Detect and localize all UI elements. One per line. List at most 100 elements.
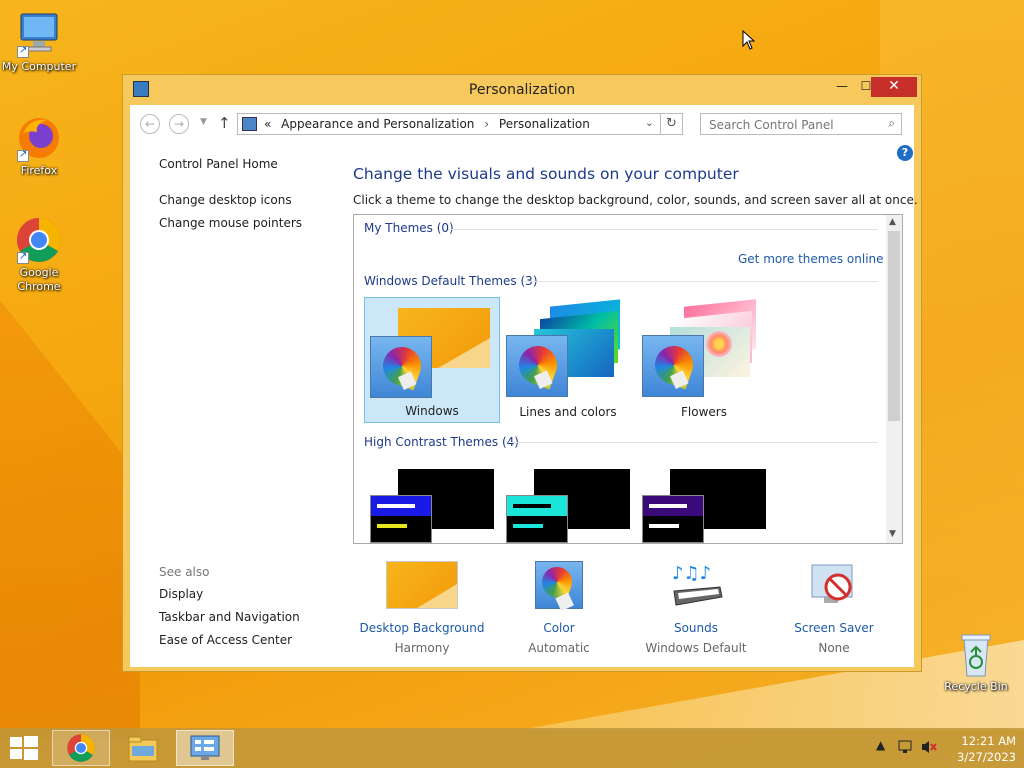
setting-value: Automatic xyxy=(528,641,590,655)
navigation-bar: ← → ▼ ↑ « Appearance and Personalization… xyxy=(130,110,914,138)
recycle-bin-icon xyxy=(952,632,1000,678)
windows-logo-icon xyxy=(10,737,22,747)
divider xyxy=(524,281,878,282)
start-button[interactable] xyxy=(10,736,38,760)
theme-lines-and-colors[interactable]: Lines and colors xyxy=(500,297,636,423)
theme-name: Lines and colors xyxy=(519,405,617,419)
theme-windows[interactable]: Windows xyxy=(364,297,500,423)
chrome-icon xyxy=(15,216,63,264)
window-title: Personalization xyxy=(468,82,576,98)
setting-label[interactable]: Screen Saver xyxy=(764,621,904,635)
theme-flowers[interactable]: Flowers xyxy=(636,297,772,423)
breadcrumb-personalization[interactable]: Personalization xyxy=(499,117,590,131)
control-panel-icon xyxy=(190,735,220,760)
ease-of-access-link[interactable]: Ease of Access Center xyxy=(159,633,292,647)
theme-name: Flowers xyxy=(681,405,727,419)
volume-muted-icon[interactable] xyxy=(920,739,938,758)
computer-icon xyxy=(15,10,63,58)
clock-time: 12:21 AM xyxy=(961,734,1016,748)
change-desktop-icons-link[interactable]: Change desktop icons xyxy=(159,193,292,207)
personalization-window: Personalization — ☐ ✕ ← → ▼ ↑ « Appearan… xyxy=(122,74,922,672)
taskbar-control-panel[interactable] xyxy=(176,730,234,766)
minimize-button[interactable]: — xyxy=(829,77,855,97)
address-bar[interactable]: « Appearance and Personalization › Perso… xyxy=(237,113,661,135)
setting-value: Harmony xyxy=(394,641,450,655)
desktop-icon-label: Firefox xyxy=(20,164,58,177)
screen-saver-setting[interactable]: Screen Saver None xyxy=(764,561,904,655)
default-themes-heading: Windows Default Themes (3) xyxy=(364,274,538,288)
scroll-up-icon[interactable]: ▲ xyxy=(889,217,896,227)
help-icon[interactable]: ? xyxy=(897,145,913,161)
shortcut-arrow-icon xyxy=(17,250,29,264)
display-link[interactable]: Display xyxy=(159,587,203,601)
taskbar-navigation-link[interactable]: Taskbar and Navigation xyxy=(159,610,300,624)
taskbar-chrome[interactable] xyxy=(52,730,110,766)
change-mouse-pointers-link[interactable]: Change mouse pointers xyxy=(159,216,302,230)
up-button[interactable]: ↑ xyxy=(218,114,231,132)
control-panel-icon xyxy=(242,117,257,131)
high-contrast-heading: High Contrast Themes (4) xyxy=(364,435,519,449)
desktop-icon-label: Google Chrome xyxy=(17,266,61,293)
theme-high-contrast-1[interactable] xyxy=(364,461,500,543)
control-panel-home-link[interactable]: Control Panel Home xyxy=(159,157,278,171)
show-hidden-icons-button[interactable]: ▲ xyxy=(876,738,885,752)
color-palette-icon xyxy=(642,335,704,397)
my-themes-heading: My Themes (0) xyxy=(364,221,454,235)
desktop-icon-label: Recycle Bin xyxy=(944,680,1008,693)
address-dropdown-icon[interactable]: ⌄ xyxy=(645,116,654,129)
search-input[interactable] xyxy=(701,115,871,135)
page-description: Click a theme to change the desktop back… xyxy=(353,193,918,207)
sounds-setting[interactable]: ♪♫♪ Sounds Windows Default xyxy=(626,561,766,655)
close-button[interactable]: ✕ xyxy=(871,77,917,97)
shortcut-arrow-icon xyxy=(17,44,29,58)
window-client-area: ← → ▼ ↑ « Appearance and Personalization… xyxy=(130,105,918,667)
theme-name: Windows xyxy=(405,404,459,418)
vertical-scrollbar[interactable]: ▲ ▼ xyxy=(886,215,902,543)
scroll-down-icon[interactable]: ▼ xyxy=(889,529,896,539)
theme-high-contrast-3[interactable] xyxy=(636,461,772,543)
divider xyxy=(448,229,878,230)
taskbar-file-explorer[interactable] xyxy=(114,730,172,766)
shortcut-arrow-icon xyxy=(17,148,29,162)
folder-icon xyxy=(128,736,158,762)
setting-label[interactable]: Color xyxy=(489,621,629,635)
network-icon[interactable] xyxy=(898,739,914,758)
page-heading: Change the visuals and sounds on your co… xyxy=(353,165,739,183)
wallpaper-shape xyxy=(0,300,140,740)
desktop-icon-my-computer[interactable]: My Computer xyxy=(1,10,77,74)
forward-button[interactable]: → xyxy=(169,114,189,134)
clock-date: 3/27/2023 xyxy=(957,750,1016,764)
back-button[interactable]: ← xyxy=(140,114,160,134)
breadcrumb-appearance[interactable]: Appearance and Personalization xyxy=(281,117,474,131)
desktop-icon-label: My Computer xyxy=(1,60,77,73)
search-box[interactable]: ⌕ xyxy=(700,113,902,135)
title-bar[interactable]: Personalization — ☐ ✕ xyxy=(123,75,921,105)
mouse-cursor-icon xyxy=(742,30,756,50)
desktop-icon-firefox[interactable]: Firefox xyxy=(1,114,77,178)
setting-label[interactable]: Sounds xyxy=(626,621,766,635)
sounds-icon: ♪♫♪ xyxy=(660,561,732,609)
color-setting[interactable]: Color Automatic xyxy=(489,561,629,655)
firefox-icon xyxy=(15,114,63,162)
desktop-icon-recycle-bin[interactable]: Recycle Bin xyxy=(938,632,1014,694)
setting-label[interactable]: Desktop Background xyxy=(352,621,492,635)
desktop-icon-chrome[interactable]: Google Chrome xyxy=(1,216,77,294)
color-palette-icon xyxy=(506,335,568,397)
setting-value: Windows Default xyxy=(645,641,747,655)
divider xyxy=(508,442,878,443)
search-icon[interactable]: ⌕ xyxy=(888,116,895,131)
theme-high-contrast-2[interactable] xyxy=(500,461,636,543)
desktop-background-icon xyxy=(386,561,458,609)
breadcrumb-separator[interactable]: › xyxy=(484,117,489,131)
breadcrumb-overflow[interactable]: « xyxy=(264,117,271,131)
chrome-icon xyxy=(67,734,95,762)
get-more-themes-link[interactable]: Get more themes online xyxy=(738,252,884,266)
refresh-button[interactable]: ↻ xyxy=(661,113,683,135)
desktop-background-setting[interactable]: Desktop Background Harmony xyxy=(352,561,492,655)
system-clock[interactable]: 12:21 AM 3/27/2023 xyxy=(940,733,1016,765)
color-icon xyxy=(523,561,595,609)
scrollbar-thumb[interactable] xyxy=(888,231,900,421)
setting-value: None xyxy=(818,641,850,655)
recent-pages-dropdown[interactable]: ▼ xyxy=(200,117,207,127)
color-palette-icon xyxy=(370,336,432,398)
